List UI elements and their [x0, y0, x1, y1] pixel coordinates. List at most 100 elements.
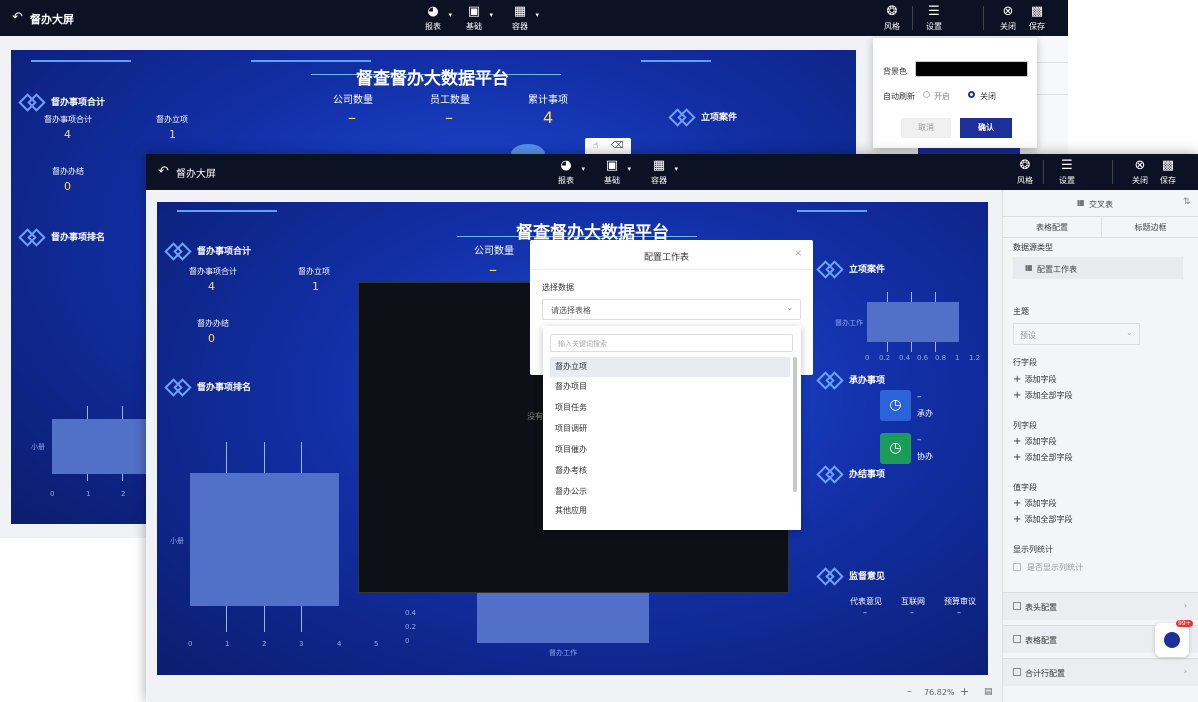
add-col-field[interactable]: + 添加字段 — [1013, 436, 1057, 447]
back-report-button[interactable]: ◕ 报表 ▾ — [418, 5, 452, 32]
supervise-col: 预算审议 — [944, 597, 976, 606]
dropdown-option[interactable]: 督办公示 — [550, 482, 790, 502]
zoom-in-button[interactable]: + — [960, 685, 969, 698]
back-kpi-staff-value: – — [445, 108, 453, 127]
front-project-tick: 1 — [955, 354, 960, 362]
fit-screen-icon[interactable]: ▤ — [984, 687, 993, 697]
back-save-button[interactable]: ▩ 保存 — [1022, 5, 1052, 32]
grid-icon: ▦ — [1025, 263, 1033, 272]
back-topbar: ↶ 督办大屏 ◕ 报表 ▾ ▣ 基础 ▾ ▦ 容器 ▾ ❂ 风格 ☰ 设置 ⊗ — [0, 0, 1068, 36]
tab-table-config[interactable]: 表格配置 — [1003, 216, 1101, 238]
add-val-field[interactable]: + 添加字段 — [1013, 498, 1057, 509]
front-bottom-bar — [477, 593, 649, 643]
front-rank-tick: 5 — [374, 640, 379, 648]
dropdown-option[interactable]: 督办立项 — [550, 357, 790, 377]
back-rank-label: 小册 — [31, 443, 45, 451]
front-report-button[interactable]: ◕ 报表 ▾ — [551, 159, 585, 186]
front-section-total: 督办事项合计 — [164, 242, 251, 261]
help-widget[interactable]: 99+ — [1155, 620, 1193, 657]
front-rank-bar — [190, 473, 339, 606]
front-project-tick: 0.4 — [899, 354, 911, 362]
trash-icon[interactable]: ⌫ — [611, 141, 624, 151]
search-input[interactable]: 输入关键词搜索 — [550, 334, 793, 352]
calendar-clock-icon: ◷ — [880, 433, 911, 464]
front-save-button[interactable]: ▩ 保存 — [1153, 159, 1183, 186]
back-style-button[interactable]: ❂ 风格 — [877, 5, 907, 32]
header-config-icon — [1013, 602, 1021, 610]
front-rank-tick: 2 — [262, 640, 267, 648]
theme-select[interactable]: 预设 ⌄ — [1013, 323, 1140, 345]
back-kpi-company-value: – — [348, 108, 356, 127]
undertake-value: – — [917, 392, 922, 402]
radio-on[interactable] — [923, 91, 930, 98]
back-basic-button[interactable]: ▣ 基础 ▾ — [459, 5, 493, 32]
dropdown-option[interactable]: 督办项目 — [550, 377, 790, 397]
undertake-label: 承办 — [917, 409, 933, 418]
front-settings-button[interactable]: ☰ 设置 — [1052, 159, 1082, 186]
back-tick: 2 — [121, 490, 126, 498]
config-panel: ▦ 交叉表 ⇅ 表格配置 标题边框 数据源类型 ▦ 配置工作表 主题 预设 ⌄ … — [1002, 190, 1198, 702]
add-row-field[interactable]: + 添加字段 — [1013, 374, 1057, 385]
dropdown-option[interactable]: 其他应用 — [550, 501, 790, 521]
bg-color-picker[interactable] — [915, 61, 1028, 77]
chevron-right-icon: › — [1183, 667, 1187, 676]
front-section-undertake: 承办事项 — [816, 371, 885, 390]
add-all-row-fields[interactable]: + 添加全部字段 — [1013, 390, 1073, 401]
swap-icon[interactable]: ⇅ — [1183, 197, 1191, 207]
table-dropdown: 输入关键词搜索 督办立项 督办项目 项目任务 项目调研 项目催办 督办考核 督办… — [543, 326, 801, 530]
table-icon: ▦ — [1077, 198, 1085, 207]
front-style-button[interactable]: ❂ 风格 — [1010, 159, 1040, 186]
back-settings-button[interactable]: ☰ 设置 — [919, 5, 949, 32]
supervise-col: 互联网 — [901, 597, 925, 606]
container-icon: ▦ — [513, 4, 527, 19]
front-project-tick: 1.2 — [969, 354, 981, 362]
radio-on-label: 开启 — [934, 92, 950, 101]
supervise-val: – — [910, 608, 914, 617]
hand-icon[interactable]: ☝ — [593, 141, 598, 151]
front-basic-button[interactable]: ▣ 基础 ▾ — [597, 159, 631, 186]
save-icon: ▩ — [1030, 4, 1044, 19]
back-section-project: 立项案件 — [668, 108, 737, 127]
modal-title: 配置工作表 — [644, 253, 690, 263]
add-all-col-fields[interactable]: + 添加全部字段 — [1013, 452, 1073, 463]
dropdown-option[interactable]: 项目调研 — [550, 419, 790, 439]
close-icon[interactable]: × — [794, 248, 802, 259]
back-screen-title: 督查督办大数据平台 — [356, 69, 509, 89]
zoom-level: 76.82% — [924, 688, 955, 697]
tab-title-border[interactable]: 标题边框 — [1101, 216, 1198, 238]
close-circle-icon: ⊗ — [1134, 158, 1146, 173]
back-close-button[interactable]: ⊗ 关闭 — [993, 5, 1023, 32]
back-arrow-icon[interactable]: ↶ — [12, 10, 23, 25]
theme-label: 主题 — [1013, 307, 1029, 316]
dropdown-scrollbar[interactable] — [793, 357, 797, 492]
table-select[interactable]: 请选择表格 ⌄ — [542, 299, 801, 320]
back-container-button[interactable]: ▦ 容器 ▾ — [505, 4, 539, 32]
notification-badge: 99+ — [1176, 620, 1193, 627]
section-header-config[interactable]: 表头配置 › — [1003, 592, 1198, 620]
front-project-tick: 0.8 — [935, 354, 947, 362]
front-close-button[interactable]: ⊗ 关闭 — [1125, 159, 1155, 186]
divider — [1037, 62, 1068, 63]
radio-off[interactable] — [968, 91, 975, 98]
add-all-val-fields[interactable]: + 添加全部字段 — [1013, 514, 1073, 525]
back-tick: 1 — [86, 490, 91, 498]
dropdown-option[interactable]: 督办考核 — [550, 461, 790, 481]
chevron-down-icon: ▾ — [448, 11, 452, 19]
dropdown-option[interactable]: 项目催办 — [550, 440, 790, 460]
col-stat-checkbox[interactable] — [1013, 563, 1021, 571]
back-arrow-icon[interactable]: ↶ — [158, 164, 169, 179]
panel-title: 交叉表 — [1089, 200, 1113, 209]
auto-refresh-label: 自动刷新 — [883, 92, 915, 101]
zoom-out-button[interactable]: – — [907, 686, 912, 697]
front-container-button[interactable]: ▦ 容器 ▾ — [644, 159, 678, 186]
front-project-label: 督办工作 — [835, 319, 863, 327]
cancel-button[interactable]: 取消 — [901, 118, 951, 138]
palette-icon: ❂ — [886, 4, 898, 19]
front-done-value: 0 — [208, 332, 215, 345]
confirm-button[interactable]: 确认 — [960, 118, 1012, 138]
section-total-row-config[interactable]: 合计行配置 › — [1003, 658, 1198, 686]
configure-worksheet-button[interactable]: ▦ 配置工作表 — [1013, 257, 1183, 279]
dropdown-option[interactable]: 项目任务 — [550, 398, 790, 418]
sliders-icon: ☰ — [928, 4, 940, 19]
calendar-clock-icon: ◷ — [880, 390, 911, 421]
